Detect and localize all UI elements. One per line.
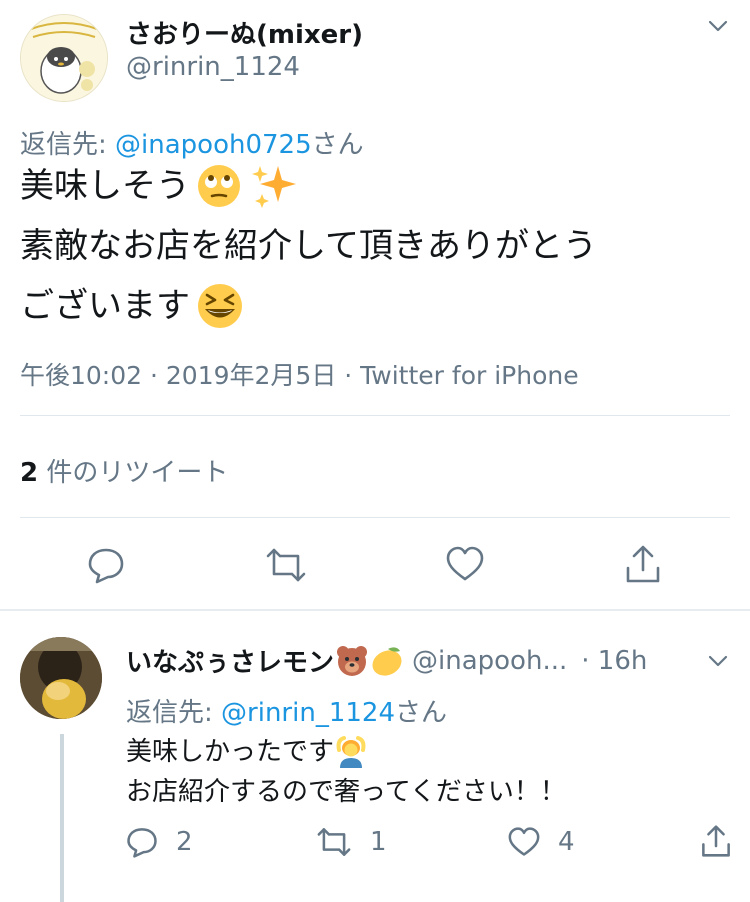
reply-to-mention-link[interactable]: @rinrin_1124: [221, 698, 395, 728]
retweet-count-label: 件のリツイート: [46, 458, 229, 488]
reply-header: いなぷぅさレモン @inapooh... · 16h: [126, 642, 706, 679]
display-name[interactable]: さおりーぬ(mixer): [126, 14, 363, 51]
rolling-eyes-emoji-icon: [198, 165, 240, 207]
laughing-face-emoji-icon: [198, 284, 242, 328]
retweet-count: 1: [370, 827, 387, 857]
user-handle[interactable]: @rinrin_1124: [126, 52, 300, 82]
share-icon[interactable]: [700, 824, 732, 858]
retweet-icon[interactable]: [316, 826, 352, 858]
tweet-timestamp[interactable]: 午後10:02 · 2019年2月5日 · Twitter for iPhone: [20, 356, 579, 392]
reply-icon[interactable]: [126, 826, 158, 858]
like-heart-icon[interactable]: [508, 827, 540, 857]
retweet-count: 2: [20, 458, 39, 488]
tweet-text-line-3: ございます: [20, 286, 190, 326]
reply-to-prefix: 返信先:: [126, 698, 222, 728]
retweet-icon[interactable]: [265, 546, 307, 584]
reply-avatar[interactable]: [20, 637, 102, 719]
tweet-text-line: ございます: [20, 276, 740, 336]
lemon-emoji-icon: [372, 646, 402, 676]
bear-face-emoji-icon: [337, 645, 368, 676]
thread-connector-line: [60, 734, 64, 902]
chevron-down-icon[interactable]: [704, 647, 732, 675]
like-count: 4: [558, 827, 575, 857]
reply-relative-time[interactable]: · 16h: [581, 646, 647, 676]
chevron-down-icon[interactable]: [704, 12, 732, 40]
share-icon[interactable]: [624, 544, 662, 584]
reply-to-suffix: さん: [394, 698, 447, 728]
reply-icon[interactable]: [87, 546, 125, 584]
divider: [20, 517, 730, 518]
reply-text: 美味しかったです お店紹介するので奢ってください！！: [126, 732, 566, 812]
divider: [20, 415, 730, 416]
reply-user-handle[interactable]: @inapooh...: [412, 646, 567, 676]
like-heart-icon[interactable]: [446, 546, 484, 582]
reply-display-name[interactable]: いなぷぅさレモン: [126, 642, 334, 679]
tweet-text-line: 美味しそう: [20, 156, 740, 216]
reply-text-line-2: お店紹介するので奢ってください！！: [126, 777, 566, 807]
reply-avatar-image: [20, 637, 102, 719]
reply-text-line: 美味しかったです: [126, 732, 566, 772]
section-divider: [0, 609, 750, 611]
reply-count: 2: [176, 827, 193, 857]
avatar-image: [21, 15, 107, 101]
tweet-text-line-2: 素敵なお店を紹介して頂きありがとう: [20, 226, 597, 266]
person-gesturing-ok-emoji-icon: [336, 736, 366, 768]
tweet-text: 美味しそう 素敵なお店を紹介して頂きありがとう ございます: [20, 156, 740, 336]
avatar[interactable]: [20, 14, 108, 102]
reply-to-line: 返信先: @rinrin_1124さん: [126, 692, 447, 729]
retweet-count-link[interactable]: 2 件のリツイート: [20, 452, 228, 489]
sparkles-emoji-icon: [252, 166, 296, 208]
tweet-text-line-1: 美味しそう: [20, 166, 190, 206]
reply-text-line-1: 美味しかったです: [126, 737, 335, 767]
